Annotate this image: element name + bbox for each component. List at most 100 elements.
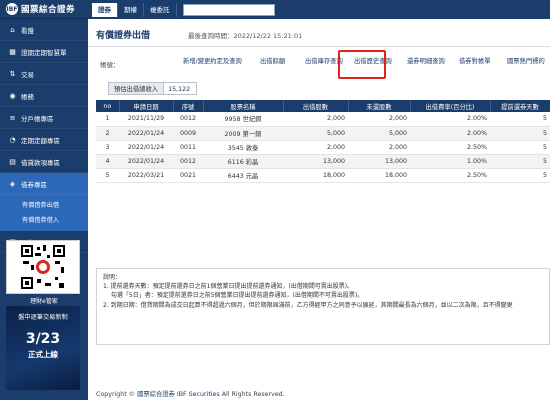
cell-rate: 2.00% xyxy=(410,112,490,127)
sidebar-item-label: 證期定期智慧單 xyxy=(21,48,67,57)
footer-prefix: Copyright © xyxy=(96,391,138,398)
cell-unreturned: 18,000 xyxy=(348,168,410,183)
lending-table: no 申請日期 序號 股票名稱 出借股數 未還股數 出借費率(百分比) 提前還券… xyxy=(96,100,550,183)
cell-lent-shares: 18,000 xyxy=(283,168,348,183)
sidebar-subpanel: 有償借券出借 有償借券借入 xyxy=(0,195,88,231)
column-header-date: 申請日期 xyxy=(119,100,174,112)
regular-invest-icon: ◔ xyxy=(9,135,16,144)
column-header-early-return: 提前還券天數 xyxy=(490,100,550,112)
table-row[interactable]: 5 2022/03/21 0021 6443 元晶 18,000 18,000 … xyxy=(96,168,550,183)
sidebar-item-watchlist[interactable]: ⌂ 看盤 xyxy=(0,19,88,41)
estimated-income-value: 15,122 xyxy=(164,82,198,95)
cell-early-return: 5 xyxy=(490,112,550,127)
cell-stock: 9958 世紀鋼 xyxy=(203,112,283,127)
cell-date: 2021/11/29 xyxy=(119,112,173,127)
promo-banner[interactable]: 盤中逐筆交易新制 3/23 正式上線 xyxy=(6,306,80,390)
cell-no: 4 xyxy=(96,154,119,169)
column-header-rate: 出借費率(百分比) xyxy=(410,100,491,112)
cell-early-return: 5 xyxy=(490,140,550,155)
table-header-row: no 申請日期 序號 股票名稱 出借股數 未還股數 出借費率(百分比) 提前還券… xyxy=(96,100,550,112)
cell-lent-shares: 13,000 xyxy=(283,154,348,169)
sidebar-item-trade[interactable]: ⇅ 交易 xyxy=(0,63,88,85)
subtab-return-details[interactable]: 還券明細查詢 xyxy=(407,55,445,69)
tab-sub-brokerage[interactable]: 複委託 xyxy=(144,2,177,17)
sidebar-item-account[interactable]: ◉ 帳務 xyxy=(0,85,88,107)
logo[interactable]: IBF 國票綜合證券 xyxy=(0,0,88,19)
notes-heading: 說明： xyxy=(103,274,122,281)
cell-early-return: 5 xyxy=(490,126,550,141)
tab-securities[interactable]: 證券 xyxy=(92,2,118,17)
cell-stock: 6116 彩晶 xyxy=(203,154,283,169)
cell-unreturned: 2,000 xyxy=(348,112,410,127)
cell-rate: 1.00% xyxy=(410,154,490,169)
cell-early-return: 5 xyxy=(490,168,550,183)
promo-date: 3/23 xyxy=(25,331,61,347)
cell-stock: 6443 元晶 xyxy=(203,168,283,183)
cell-date: 2022/01/24 xyxy=(119,140,173,155)
sidebar-item-subaccount[interactable]: ≡ 分戶帳專區 xyxy=(0,107,88,129)
account-label: 帳號： xyxy=(100,61,120,69)
subtab-lending-balance[interactable]: 出借餘額 xyxy=(260,55,285,69)
subtab-hot-targets[interactable]: 國票熱門標的 xyxy=(507,55,545,69)
lending-icon: ▤ xyxy=(9,157,16,166)
promo-headline: 盤中逐筆交易新制 xyxy=(18,314,68,321)
cell-date: 2022/01/24 xyxy=(119,126,173,141)
cell-unreturned: 13,000 xyxy=(348,154,410,169)
cell-unreturned: 5,000 xyxy=(348,126,410,141)
sidebar-item-securities-lending[interactable]: ◈ 借券專區 xyxy=(0,173,88,195)
cell-serial: 0011 xyxy=(173,140,203,155)
active-subtab-highlight xyxy=(338,50,386,79)
sidebar-item-smart-order[interactable]: ▦ 證期定期智慧單 xyxy=(0,41,88,63)
page-title: 有償證券出借 xyxy=(96,31,151,41)
cell-lent-shares: 5,000 xyxy=(283,126,348,141)
sidebar-item-label: 借貸款項專區 xyxy=(21,158,60,167)
promo-subline: 正式上線 xyxy=(28,350,58,359)
subtab-agreement[interactable]: 新增/變更約定及查詢 xyxy=(183,55,242,69)
table-row[interactable]: 3 2022/01/24 0011 3545 敦泰 2,000 2,000 2.… xyxy=(96,140,550,155)
search-input[interactable] xyxy=(182,3,275,16)
subaccount-icon: ≡ xyxy=(9,113,16,122)
qr-caption: 理財e管家 xyxy=(30,298,58,305)
sidebar-item-label: 交易 xyxy=(21,70,34,79)
cell-no: 3 xyxy=(96,140,119,155)
subtab-statement[interactable]: 借券對帳單 xyxy=(459,55,490,69)
cell-serial: 0012 xyxy=(173,112,203,127)
cell-rate: 2.50% xyxy=(410,140,490,155)
estimated-income-label: 預估出借總收入 xyxy=(108,82,165,95)
cell-serial: 0009 xyxy=(173,126,203,141)
notes-line: 1. 提前還券天數：預定提前還券日之前1個營業日提出提前還券通知，(出借期間可賣… xyxy=(103,283,354,291)
notes-line: 勾選「5日」者：預定提前還券日之前5個營業日提出提前還券通知，(出借期間不可賣出… xyxy=(103,292,364,300)
table-row[interactable]: 2 2022/01/24 0009 2009 第一銅 5,000 5,000 2… xyxy=(96,126,550,141)
table-row[interactable]: 1 2021/11/29 0012 9958 世紀鋼 2,000 2,000 2… xyxy=(96,112,550,127)
sidebar-item-regular-invest[interactable]: ◔ 定期定額專區 xyxy=(0,129,88,151)
sidebar-item-label: 定期定額專區 xyxy=(21,136,60,145)
logo-icon: IBF xyxy=(6,3,18,15)
last-query-time: 最後查詢時間：2022/12/22 15:21:01 xyxy=(188,32,303,40)
qr-code-icon xyxy=(19,243,67,291)
sidebar-item-label: 帳務 xyxy=(21,92,34,101)
cell-lent-shares: 2,000 xyxy=(283,140,348,155)
cell-date: 2022/03/21 xyxy=(119,168,173,183)
cell-lent-shares: 2,000 xyxy=(283,112,348,127)
sidebar-item-label: 借券專區 xyxy=(21,180,47,189)
calendar-icon: ▦ xyxy=(9,47,16,56)
column-header-no: no xyxy=(96,100,120,112)
divider xyxy=(88,46,550,47)
tab-futures-options[interactable]: 期權 xyxy=(118,2,144,17)
sidebar-subitem-borrow-in[interactable]: 有償借券借入 xyxy=(0,212,88,227)
column-header-stock: 股票名稱 xyxy=(203,100,284,112)
qr-code xyxy=(6,240,80,294)
cell-rate: 2.50% xyxy=(410,168,490,183)
main-content: 有償證券出借 最後查詢時間：2022/12/22 15:21:01 帳號： 新增… xyxy=(88,19,550,400)
home-icon: ⌂ xyxy=(10,25,15,34)
sidebar-item-lending[interactable]: ▤ 借貸款項專區 xyxy=(0,151,88,173)
table-row[interactable]: 4 2022/01/24 0012 6116 彩晶 13,000 13,000 … xyxy=(96,154,550,169)
cell-unreturned: 2,000 xyxy=(348,140,410,155)
cell-no: 1 xyxy=(96,112,119,127)
sidebar-subitem-lend-out[interactable]: 有償借券出借 xyxy=(0,197,88,212)
notes-line: 2. 到期日期：借貸期間為成交日起算不得超過六個月，但於期限屆滿前，乙方得經甲方… xyxy=(103,301,513,309)
estimated-income: 預估出借總收入 15,122 xyxy=(108,82,198,95)
sidebar-item-label: 分戶帳專區 xyxy=(21,114,54,123)
cell-serial: 0021 xyxy=(173,168,203,183)
column-header-lent-shares: 出借股數 xyxy=(283,100,349,112)
